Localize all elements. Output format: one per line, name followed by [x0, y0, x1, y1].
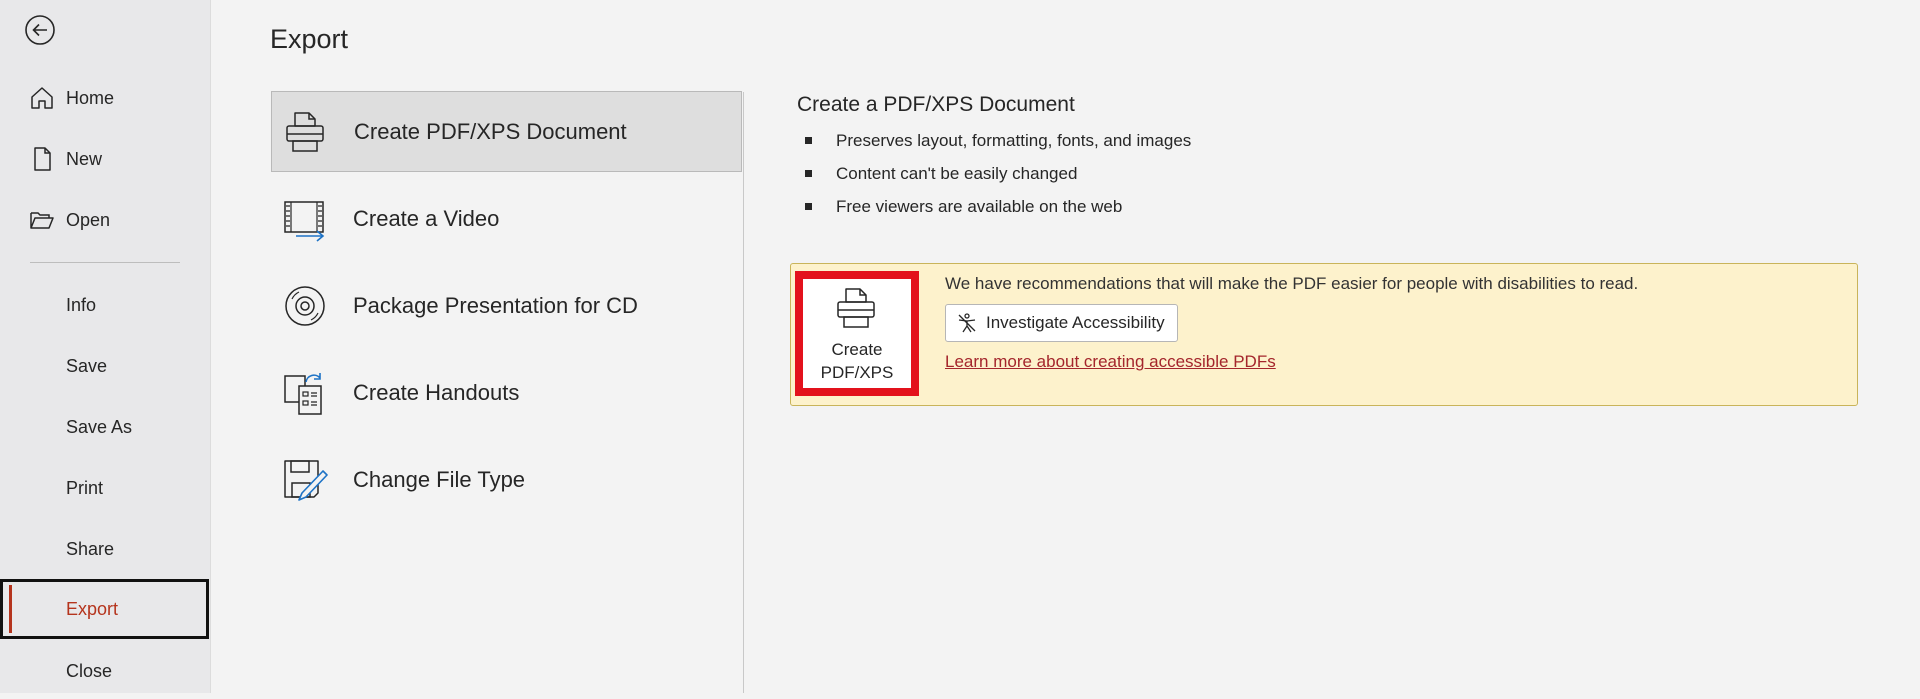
detail-title: Create a PDF/XPS Document [797, 93, 1075, 116]
sidebar-item-label: Close [66, 660, 113, 681]
sidebar-item-label: Share [66, 538, 115, 559]
option-change-file-type[interactable]: Change File Type [271, 439, 742, 520]
option-label: Package Presentation for CD [353, 292, 638, 318]
pdf-xps-icon [282, 108, 330, 156]
sidebar-divider [30, 262, 180, 263]
option-package-for-cd[interactable]: Package Presentation for CD [271, 265, 742, 346]
new-document-icon [28, 145, 56, 173]
change-file-type-icon [281, 456, 329, 504]
sidebar-item-label: Export [66, 598, 119, 619]
sidebar-item-label: Info [66, 294, 97, 315]
sidebar-item-save-as[interactable]: Save As [0, 399, 210, 455]
sidebar-item-label: Save As [66, 416, 133, 437]
recommendation-message: We have recommendations that will make t… [945, 274, 1639, 293]
sidebar-item-label: Save [66, 355, 108, 376]
back-arrow-icon [24, 14, 56, 51]
back-button[interactable] [22, 14, 58, 50]
option-label: Create PDF/XPS Document [354, 118, 627, 144]
list-item: Content can't be easily changed [800, 157, 1191, 190]
list-item: Preserves layout, formatting, fonts, and… [800, 124, 1191, 157]
handouts-icon [281, 369, 329, 417]
sidebar-item-label: Open [66, 209, 111, 230]
sidebar-item-new[interactable]: New [0, 131, 210, 187]
accessibility-icon [956, 312, 978, 334]
option-create-video[interactable]: Create a Video [271, 178, 742, 259]
sidebar-item-home[interactable]: Home [0, 70, 210, 126]
sidebar-item-info[interactable]: Info [0, 277, 210, 333]
sidebar-item-print[interactable]: Print [0, 460, 210, 516]
option-label: Change File Type [353, 466, 526, 492]
cd-icon [281, 282, 329, 330]
sidebar-item-label: Print [66, 477, 104, 498]
create-pdf-xps-button[interactable]: Create PDF/XPS [795, 271, 919, 396]
sidebar-item-label: New [66, 148, 103, 169]
options-divider [743, 92, 744, 693]
sidebar-item-open[interactable]: Open [0, 192, 210, 248]
folder-open-icon [28, 206, 56, 234]
sidebar-item-save[interactable]: Save [0, 338, 210, 394]
sidebar-item-share[interactable]: Share [0, 521, 210, 577]
option-create-pdf-xps[interactable]: Create PDF/XPS Document [271, 91, 742, 172]
option-label: Create a Video [353, 205, 500, 231]
accessibility-recommendation-panel: Create PDF/XPS We have recommendations t… [790, 263, 1858, 406]
create-pdf-xps-label: Create PDF/XPS [820, 340, 894, 382]
detail-bullet-list: Preserves layout, formatting, fonts, and… [800, 124, 1191, 223]
option-create-handouts[interactable]: Create Handouts [271, 352, 742, 433]
page-title: Export [270, 24, 349, 54]
option-label: Create Handouts [353, 379, 520, 405]
backstage-sidebar: Home New Open Info Save Save As Print Sh… [0, 0, 211, 693]
sidebar-item-label: Home [66, 87, 115, 108]
pdf-xps-icon [834, 285, 880, 336]
sidebar-item-export[interactable]: Export [0, 579, 209, 639]
investigate-accessibility-label: Investigate Accessibility [986, 313, 1165, 332]
list-item: Free viewers are available on the web [800, 190, 1191, 223]
sidebar-item-close[interactable]: Close [0, 643, 210, 699]
investigate-accessibility-button[interactable]: Investigate Accessibility [945, 304, 1178, 342]
video-icon [281, 195, 329, 243]
home-icon [28, 84, 56, 112]
learn-more-link[interactable]: Learn more about creating accessible PDF… [945, 352, 1276, 372]
